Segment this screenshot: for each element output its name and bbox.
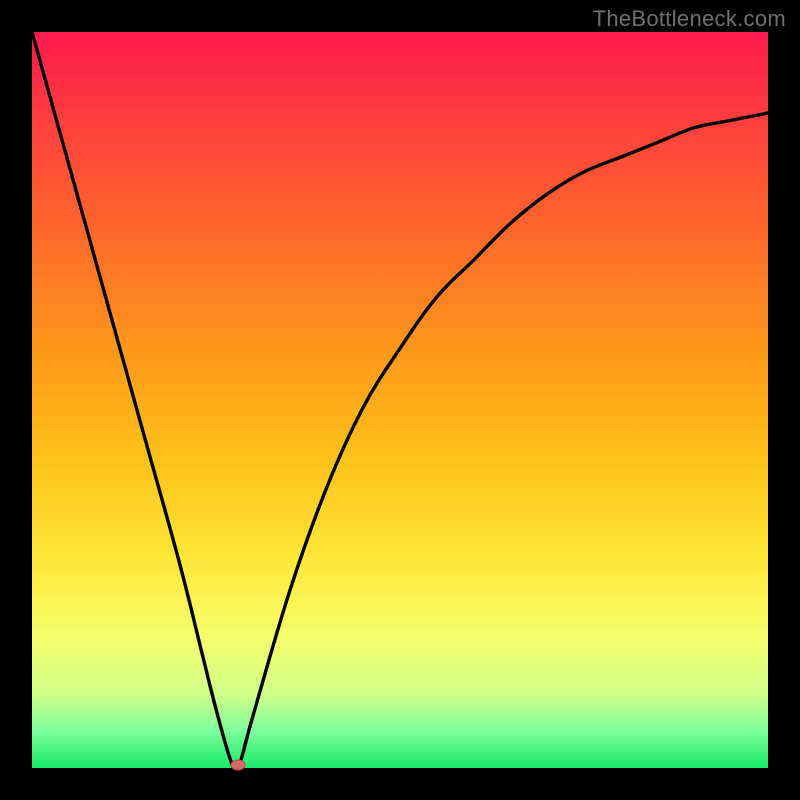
curve-path bbox=[32, 32, 768, 772]
chart-frame: TheBottleneck.com bbox=[0, 0, 800, 800]
bottleneck-curve bbox=[32, 32, 768, 768]
optimum-marker bbox=[231, 760, 245, 770]
watermark-text: TheBottleneck.com bbox=[593, 6, 786, 32]
plot-area bbox=[32, 32, 768, 768]
